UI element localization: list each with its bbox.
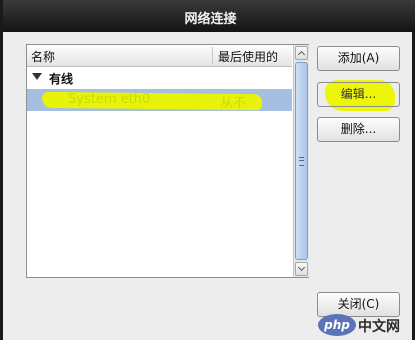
delete-button[interactable]: 删除...: [317, 117, 400, 142]
add-button-label: 添加(A): [337, 51, 380, 65]
connection-row[interactable]: System eth0 从不: [27, 89, 292, 111]
connections-list[interactable]: 名称 最后使用的 有线 System eth0 从不: [26, 44, 309, 278]
group-wired[interactable]: 有线: [27, 69, 292, 87]
expander-down-icon[interactable]: [32, 73, 42, 80]
watermark-text: 中文网: [358, 319, 400, 335]
chevron-up-icon: [297, 50, 306, 59]
close-button-label: 关闭(C): [337, 297, 380, 311]
network-connections-dialog: 网络连接 名称 最后使用的 有线 System eth0 从不 添加(A) 编辑…: [0, 0, 415, 340]
edit-button[interactable]: 编辑...: [317, 82, 400, 107]
group-label: 有线: [49, 72, 74, 86]
vertical-scrollbar[interactable]: [293, 45, 309, 277]
scrollbar-thumb[interactable]: [295, 62, 308, 260]
edit-button-label: 编辑...: [340, 87, 377, 101]
column-header-name[interactable]: 名称: [31, 48, 55, 65]
scroll-up-button[interactable]: [295, 46, 308, 60]
column-divider[interactable]: [212, 47, 213, 64]
grip-icon: [299, 157, 304, 166]
scroll-down-button[interactable]: [295, 262, 308, 276]
site-watermark: php 中文网: [316, 312, 408, 340]
titlebar[interactable]: 网络连接: [3, 0, 415, 32]
delete-button-label: 删除...: [340, 122, 377, 136]
window-title: 网络连接: [184, 12, 237, 27]
chevron-down-icon: [297, 263, 306, 272]
connection-name: System eth0: [68, 92, 151, 107]
list-header: 名称 最后使用的: [27, 45, 292, 67]
connection-last-used: 从不: [220, 96, 247, 111]
column-header-last-used[interactable]: 最后使用的: [218, 48, 278, 65]
add-button[interactable]: 添加(A): [317, 46, 400, 71]
php-logo: php: [318, 314, 356, 336]
